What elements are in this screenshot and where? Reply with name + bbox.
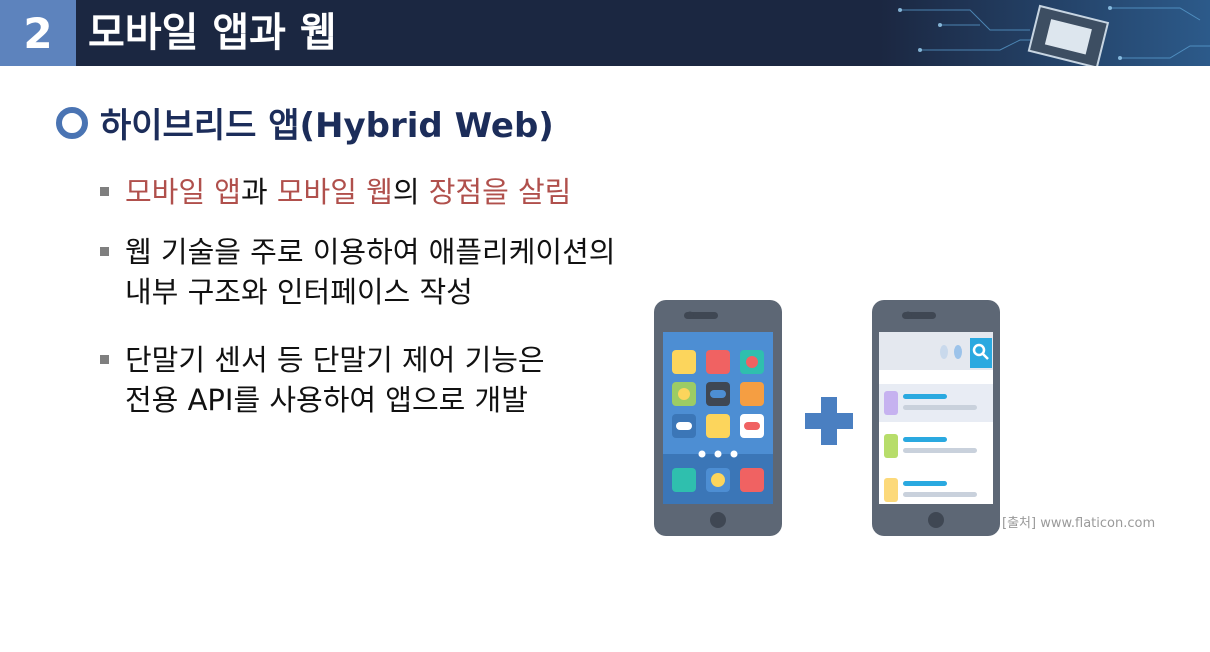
- mobile-web-phone-icon: [872, 300, 1000, 536]
- highlight-advantages: 장점을 살림: [428, 175, 572, 209]
- square-bullet-icon: [100, 247, 109, 256]
- bullet-line: 단말기 센서 등 단말기 제어 기능은: [125, 343, 545, 377]
- bullet-device-api: 단말기 센서 등 단말기 제어 기능은 전용 API를 사용하여 앱으로 개발: [100, 340, 545, 420]
- slide-title: 모바일 앱과 웹: [88, 10, 337, 56]
- section-heading: 하이브리드 앱(Hybrid Web): [56, 98, 554, 147]
- highlight-mobile-web: 모바일 웹: [276, 175, 393, 209]
- bullet-line: 내부 구조와 인터페이스 작성: [125, 275, 473, 309]
- bullet-line: 전용 API를 사용하여 앱으로 개발: [125, 383, 528, 417]
- text-ui: 의: [392, 175, 429, 209]
- image-source-credit: [출처] www.flaticon.com: [1002, 516, 1156, 531]
- section-number: 2: [0, 0, 76, 66]
- plus-icon: [805, 397, 853, 445]
- square-bullet-icon: [100, 355, 109, 364]
- mobile-app-phone-icon: [654, 300, 782, 536]
- bullet-text: 모바일 앱과 모바일 웹의 장점을 살림: [125, 172, 571, 212]
- highlight-mobile-app: 모바일 앱: [125, 175, 241, 209]
- circuit-board-image: [880, 0, 1210, 66]
- heading-text: 하이브리드 앱(Hybrid Web): [100, 106, 554, 146]
- hybrid-app-illustration: [654, 300, 1000, 536]
- bullet-text: 웹 기술을 주로 이용하여 애플리케이션의 내부 구조와 인터페이스 작성: [125, 232, 615, 312]
- slide-header: 2 모바일 앱과 웹: [0, 0, 1210, 66]
- bullet-text: 단말기 센서 등 단말기 제어 기능은 전용 API를 사용하여 앱으로 개발: [125, 340, 545, 420]
- bullet-line: 웹 기술을 주로 이용하여 애플리케이션의: [125, 235, 616, 269]
- text-gwa: 과: [240, 175, 277, 209]
- bullet-web-tech: 웹 기술을 주로 이용하여 애플리케이션의 내부 구조와 인터페이스 작성: [100, 232, 615, 312]
- bullet-advantages: 모바일 앱과 모바일 웹의 장점을 살림: [100, 172, 571, 212]
- ring-bullet-icon: [56, 106, 88, 139]
- square-bullet-icon: [100, 187, 109, 196]
